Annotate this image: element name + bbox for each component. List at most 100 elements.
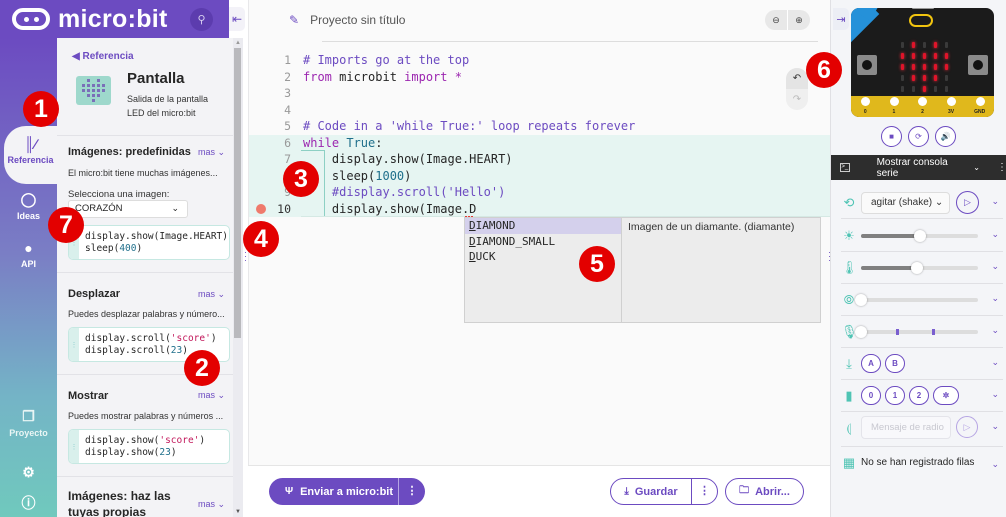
touch-pin-0[interactable]: 0 bbox=[861, 386, 881, 405]
chevron-down-icon[interactable]: ⌄ bbox=[973, 163, 980, 172]
compass-slider[interactable] bbox=[855, 294, 978, 306]
sidebar-item-api[interactable]: ● API bbox=[0, 240, 57, 269]
light-level-slider[interactable] bbox=[861, 230, 978, 242]
stop-button[interactable]: ■ bbox=[881, 126, 902, 147]
chevron-down-icon[interactable]: ⌄ bbox=[991, 325, 999, 336]
sidebar-item-ideas[interactable]: ◯ Ideas bbox=[0, 191, 57, 221]
code-line[interactable]: 4 bbox=[249, 102, 831, 119]
chevron-down-icon[interactable]: ⌄ bbox=[991, 389, 999, 400]
gesture-select[interactable]: agitar (shake) ⌄ bbox=[861, 192, 950, 214]
icon-pixel bbox=[102, 99, 105, 102]
collapse-right-icon: ⇥ bbox=[836, 13, 846, 26]
icon-pixel bbox=[92, 94, 95, 97]
sidebar-item-proyecto[interactable]: ❐ Proyecto bbox=[0, 408, 57, 438]
code-line[interactable]: 3 bbox=[249, 85, 831, 102]
send-to-microbit-button[interactable]: Ψ Enviar a micro:bit ⋮ bbox=[269, 478, 425, 505]
mute-button[interactable]: 🔊 bbox=[935, 126, 956, 147]
chevron-down-icon[interactable]: ⌄ bbox=[991, 229, 999, 240]
code-line[interactable]: 6 while True: bbox=[249, 134, 831, 151]
code-line[interactable]: 5 # Code in a 'while True:' loop repeats … bbox=[249, 118, 831, 135]
slider-knob[interactable] bbox=[855, 294, 867, 306]
autocomplete-documentation: Imagen de un diamante. (diamante) bbox=[628, 221, 795, 233]
code-line[interactable]: 1 # Imports go at the top bbox=[249, 52, 831, 69]
save-more-options-button[interactable]: ⋮ bbox=[691, 479, 717, 504]
more-link[interactable]: mas ⌄ bbox=[198, 390, 225, 401]
scrollbar-thumb[interactable] bbox=[234, 48, 241, 338]
code-snippet[interactable]: ⋮ display.show(Image.HEART) sleep(400) bbox=[68, 225, 230, 260]
code-lines[interactable]: 1 # Imports go at the top 2 from microbit … bbox=[249, 52, 831, 217]
button-a[interactable]: A bbox=[861, 354, 881, 373]
code-line[interactable]: 2 from microbit import * bbox=[249, 69, 831, 86]
chevron-down-icon[interactable]: ⌄ bbox=[991, 357, 999, 368]
chevron-down-icon[interactable]: ⌄ bbox=[991, 196, 999, 207]
board-button-b[interactable] bbox=[968, 55, 988, 75]
touch-pin-1[interactable]: 1 bbox=[885, 386, 905, 405]
sound-level-slider[interactable] bbox=[855, 326, 978, 338]
pin-0[interactable]: 0 bbox=[858, 97, 872, 115]
drag-handle-icon[interactable]: ⋮ bbox=[69, 328, 79, 361]
zoom-controls: ⊖ ⊕ bbox=[765, 10, 810, 30]
search-icon: ⚲ bbox=[197, 14, 206, 26]
more-options-icon[interactable]: ⋮ bbox=[997, 162, 1006, 173]
board-button-a[interactable] bbox=[857, 55, 877, 75]
help-button[interactable]: ⓘ bbox=[0, 493, 57, 516]
serial-console-bar[interactable]: >_ Mostrar consola serie ⌄ ⋮ bbox=[831, 155, 1006, 180]
image-select[interactable]: CORAZÓN ⌄ bbox=[68, 200, 188, 218]
chevron-down-icon[interactable]: ⌄ bbox=[991, 421, 999, 432]
microbit-logo[interactable]: micro:bit bbox=[12, 5, 168, 34]
collapse-simulator-button[interactable]: ⇥ bbox=[833, 8, 849, 30]
search-button[interactable]: ⚲ bbox=[190, 8, 213, 31]
drag-handle-icon[interactable]: ⋮ bbox=[69, 430, 79, 463]
send-more-options-button[interactable]: ⋮ bbox=[398, 478, 425, 505]
scroll-up-icon[interactable]: ▲ bbox=[235, 40, 241, 46]
error-marker-icon[interactable] bbox=[256, 204, 266, 214]
scroll-down-icon[interactable]: ▼ bbox=[235, 509, 241, 515]
chevron-down-icon[interactable]: ⌄ bbox=[991, 261, 999, 272]
button-b[interactable]: B bbox=[885, 354, 905, 373]
autocomplete-item[interactable]: DIAMOND bbox=[465, 218, 621, 234]
section-description: El micro:bit tiene muchas imágenes... bbox=[68, 168, 218, 178]
icon-pixel bbox=[102, 84, 105, 87]
reference-scrollbar[interactable]: ▲ ▼ bbox=[233, 38, 243, 517]
touch-logo-button[interactable]: ✲ bbox=[933, 386, 959, 405]
radio-message-input[interactable]: Mensaje de radio bbox=[861, 416, 951, 439]
pin-2[interactable]: 2 bbox=[915, 97, 929, 115]
more-link[interactable]: mas ⌄ bbox=[198, 289, 225, 300]
slider-knob[interactable] bbox=[911, 262, 924, 274]
code-line[interactable]: 9 #display.scroll('Hello') bbox=[249, 184, 831, 201]
more-link[interactable]: mas ⌄ bbox=[198, 499, 225, 510]
pin-1[interactable]: 1 bbox=[887, 97, 901, 115]
project-title-row[interactable]: ✎ Proyecto sin título bbox=[289, 13, 405, 27]
send-gesture-button[interactable]: ▷ bbox=[956, 191, 979, 214]
code-line-current[interactable]: 10 display.show(Image.D bbox=[249, 200, 831, 217]
chevron-down-icon[interactable]: ⌄ bbox=[991, 293, 999, 304]
code-line[interactable]: 7 display.show(Image.HEART) bbox=[249, 151, 831, 168]
code-line[interactable]: 8 sleep(1000) bbox=[249, 167, 831, 184]
touch-pin-2[interactable]: 2 bbox=[909, 386, 929, 405]
settings-button[interactable]: ⚙ bbox=[0, 464, 57, 484]
touch-logo[interactable] bbox=[909, 14, 933, 27]
sensor-temperature: 🌡 ⌄ bbox=[841, 252, 1003, 284]
zoom-in-icon[interactable]: ⊕ bbox=[788, 10, 810, 30]
send-radio-button[interactable]: ▷ bbox=[956, 416, 978, 438]
back-to-reference-link[interactable]: ◀ Referencia bbox=[72, 51, 134, 62]
temperature-slider[interactable] bbox=[861, 262, 978, 274]
more-link[interactable]: mas ⌄ bbox=[198, 147, 225, 158]
chevron-down-icon[interactable]: ⌄ bbox=[991, 459, 999, 470]
save-button[interactable]: ⤓ Guardar ⋮ bbox=[610, 478, 718, 505]
slider-knob[interactable] bbox=[855, 326, 867, 338]
sidebar-item-referencia[interactable]: ║∕ Referencia bbox=[4, 126, 57, 184]
code-snippet[interactable]: ⋮ display.show('score') display.show(23) bbox=[68, 429, 230, 464]
thermometer-icon: 🌡 bbox=[841, 260, 858, 275]
restart-button[interactable]: ⟳ bbox=[908, 126, 929, 147]
project-title[interactable]: Proyecto sin título bbox=[310, 13, 405, 27]
resize-handle[interactable]: ··· bbox=[244, 248, 247, 265]
led-1-0 bbox=[900, 53, 904, 59]
topic-title: Pantalla bbox=[127, 70, 185, 87]
zoom-out-icon[interactable]: ⊖ bbox=[765, 10, 788, 30]
slider-knob[interactable] bbox=[913, 230, 926, 242]
collapse-sidebar-button[interactable]: ⇤ bbox=[229, 7, 245, 31]
sensor-touch-pins: ▮ 0 1 2 ✲ ⌄ bbox=[841, 380, 1003, 412]
indent-guide bbox=[324, 150, 325, 216]
open-button[interactable]: 🗀 Abrir... bbox=[725, 478, 804, 505]
